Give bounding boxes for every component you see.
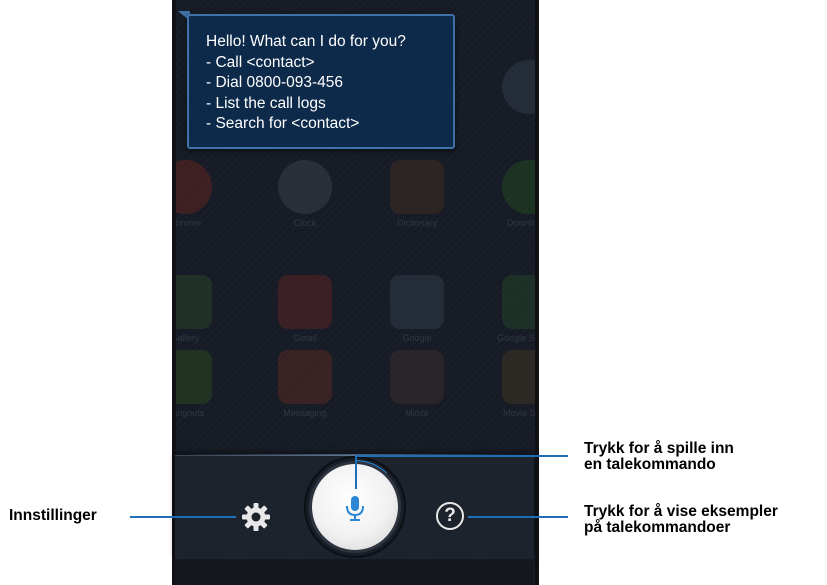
example-search: - Search for <contact> <box>206 115 360 132</box>
voice-assistant-bubble: Hello! What can I do for you? - Call <co… <box>187 14 455 149</box>
record-callout-line1: Trykk for å spille inn <box>584 440 734 457</box>
greeting-line: Hello! What can I do for you? <box>206 33 406 50</box>
example-call: - Call <contact> <box>206 53 315 71</box>
microphone-icon <box>346 496 364 521</box>
bottom-strip <box>175 560 534 585</box>
settings-leader-line <box>130 516 236 518</box>
settings-callout: Innstillinger <box>9 507 97 524</box>
record-leader-line <box>355 455 568 457</box>
examples-callout-line1: Trykk for å vise eksempler <box>584 503 778 520</box>
record-leader-vertical <box>355 455 357 489</box>
bubble-text: Hello! What can I do for you? - Call <co… <box>206 32 445 135</box>
examples-leader-line <box>468 516 568 518</box>
record-callout-line2: en talekommando <box>584 456 716 473</box>
help-icon[interactable]: ? <box>436 502 464 530</box>
example-call-logs: - List the call logs <box>206 94 326 112</box>
gear-icon[interactable] <box>241 502 271 532</box>
example-dial: - Dial 0800-093-456 <box>206 74 344 91</box>
examples-callout-line2: på talekommandoer <box>584 519 731 536</box>
